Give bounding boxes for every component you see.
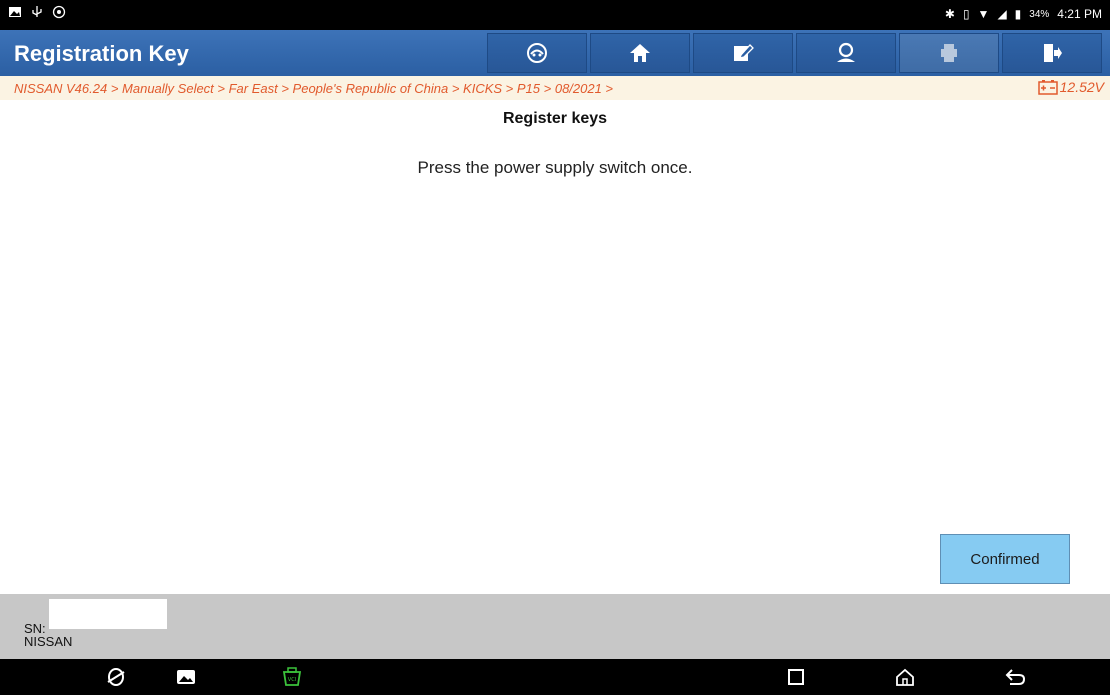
- confirmed-button[interactable]: Confirmed: [940, 534, 1070, 584]
- browser-button[interactable]: [104, 665, 128, 689]
- gallery-button[interactable]: [174, 665, 198, 689]
- wifi-icon: ▼: [977, 7, 990, 21]
- settings-notification-icon: [52, 5, 66, 19]
- navigation-bar: VCI: [0, 659, 1110, 695]
- vehicle-button[interactable]: [487, 33, 587, 73]
- print-button[interactable]: [899, 33, 999, 73]
- home-icon: [630, 44, 650, 62]
- voltage-value: 12.52V: [1059, 79, 1104, 95]
- vci-icon: VCI: [282, 667, 302, 686]
- back-icon: [1005, 669, 1026, 685]
- vci-button[interactable]: VCI: [280, 665, 304, 689]
- battery-icon: ▮: [1014, 7, 1022, 21]
- status-bar-right: ✱ ▯ ▼ ◢ ▮ 34% 4:21 PM: [945, 7, 1102, 21]
- serial-number-redaction: [49, 599, 167, 629]
- remote-support-button[interactable]: [796, 33, 896, 73]
- home-nav-button[interactable]: [893, 665, 917, 689]
- edit-report-icon: [734, 44, 754, 61]
- vibrate-icon: ▯: [962, 7, 970, 21]
- bluetooth-icon: ✱: [944, 7, 955, 21]
- exit-icon: [1044, 44, 1062, 62]
- home-nav-icon: [896, 668, 914, 686]
- recent-apps-icon: [788, 669, 804, 685]
- device-info-bar: SN: NISSAN: [0, 594, 1110, 659]
- exit-button[interactable]: [1002, 33, 1102, 73]
- breadcrumb-bar: NISSAN V46.24 > Manually Select > Far Ea…: [0, 76, 1110, 100]
- battery-percent: 34%: [1029, 8, 1050, 20]
- battery-voltage: 12.52V: [1037, 79, 1104, 95]
- instruction-message: Press the power supply switch once.: [417, 158, 693, 177]
- app-header: Registration Key: [0, 30, 1110, 76]
- page-title: Registration Key: [14, 41, 189, 66]
- edit-report-button[interactable]: [693, 33, 793, 73]
- image-notification-icon: [9, 7, 21, 17]
- section-heading: Register keys: [502, 110, 608, 127]
- svg-text:VCI: VCI: [288, 677, 296, 683]
- vehicle-icon: [527, 43, 547, 63]
- remote-support-icon: [837, 42, 855, 62]
- signal-icon: ◢: [997, 7, 1007, 21]
- usb-icon: [32, 6, 42, 17]
- recent-apps-button[interactable]: [784, 665, 808, 689]
- home-button[interactable]: [590, 33, 690, 73]
- status-bar: ✱ ▯ ▼ ◢ ▮ 34% 4:21 PM: [0, 0, 1110, 30]
- car-battery-icon: [1037, 80, 1058, 95]
- vehicle-make: NISSAN: [24, 634, 73, 649]
- print-icon: [941, 44, 957, 62]
- breadcrumb: NISSAN V46.24 > Manually Select > Far Ea…: [14, 81, 614, 96]
- gallery-icon: [177, 670, 195, 684]
- back-button[interactable]: [1003, 665, 1027, 689]
- status-bar-left: [8, 5, 66, 19]
- browser-icon: [107, 668, 125, 686]
- clock: 4:21 PM: [1057, 7, 1102, 21]
